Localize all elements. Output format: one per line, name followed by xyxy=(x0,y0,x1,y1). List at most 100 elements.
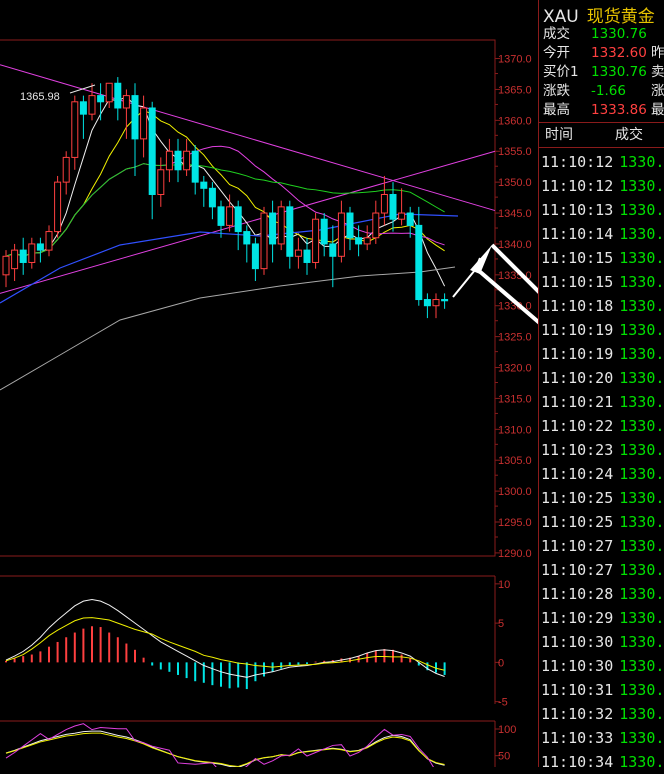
candle-body xyxy=(148,107,156,195)
tick-price: 1330.80 xyxy=(619,441,664,459)
quote-label-secondary: 卖价 xyxy=(651,64,664,80)
tick-row: 11:10:12 1330.80 xyxy=(541,174,664,198)
macd-tick-label: 10 xyxy=(498,579,510,591)
tick-time: 11:10:22 xyxy=(541,417,614,435)
y-tick-label: 1360.0 xyxy=(498,115,532,127)
candle-body xyxy=(36,243,44,251)
candle-body xyxy=(131,95,139,140)
candle-body xyxy=(423,299,431,307)
candle-body xyxy=(79,101,87,115)
y-tick-label: 1315.0 xyxy=(498,393,532,405)
tick-time: 11:10:25 xyxy=(541,489,614,507)
tick-row: 11:10:24 1330.80 xyxy=(541,462,664,486)
tick-row: 11:10:15 1330.80 xyxy=(541,246,664,270)
y-tick-label: 1300.0 xyxy=(498,486,532,498)
tick-row: 11:10:25 1330.80 xyxy=(541,510,664,534)
y-tick-label: 1365.0 xyxy=(498,84,532,96)
tick-row: 11:10:25 1330.80 xyxy=(541,486,664,510)
quote-row: 买价1 1330.76卖价 xyxy=(543,62,664,82)
hand-drawn-arrow-down xyxy=(476,268,538,325)
candle-body xyxy=(157,169,165,195)
macd-dea-line xyxy=(5,617,445,671)
tick-time: 11:10:15 xyxy=(541,249,614,267)
tick-row: 11:10:14 1330.80 xyxy=(541,222,664,246)
tick-price: 1330.80 xyxy=(619,321,664,339)
quote-panel: XAU现货黄金 成交1330.76今开1332.60昨结买价11330.76卖价… xyxy=(538,0,664,771)
quote-label-secondary: 最低 xyxy=(651,102,664,118)
kdj-tick-label: 100 xyxy=(498,724,516,736)
candle-body xyxy=(183,150,191,171)
kline-chart[interactable]: 1370.0 1365.0 1360.0 1355.0 1350.0 1345.0 1340… xyxy=(0,0,538,767)
tick-time: 11:10:20 xyxy=(541,369,614,387)
candle-body xyxy=(191,150,199,183)
candle-body xyxy=(54,181,62,233)
tick-row: 11:10:28 1330.76 xyxy=(541,582,664,606)
kdj-d-line xyxy=(5,732,445,767)
macd-dif-line xyxy=(5,599,445,678)
tick-price: 1330.80 xyxy=(619,345,664,363)
tick-row: 11:10:31 1330.80 xyxy=(541,678,664,702)
candle-body xyxy=(432,299,440,307)
tick-time: 11:10:15 xyxy=(541,273,614,291)
candle-body xyxy=(380,193,388,214)
quote-value: 1330.76 xyxy=(591,26,647,42)
tick-time: 11:10:34 xyxy=(541,753,614,771)
tick-row: 11:10:19 1330.80 xyxy=(541,342,664,366)
candle-body xyxy=(441,299,449,302)
candle-body xyxy=(217,206,225,226)
candle-body xyxy=(415,224,423,301)
candle-body xyxy=(114,82,122,109)
candle-body xyxy=(140,107,148,140)
candle-body xyxy=(363,237,371,245)
candle-body xyxy=(277,206,285,245)
tick-time: 11:10:27 xyxy=(541,537,614,555)
quote-label: 今开 xyxy=(543,45,570,61)
candle-body xyxy=(294,249,302,257)
candle-body xyxy=(234,206,242,233)
tick-price: 1330.76 xyxy=(619,537,664,555)
tick-row: 11:10:19 1330.80 xyxy=(541,318,664,342)
tick-time: 11:10:14 xyxy=(541,225,614,243)
tick-row: 11:10:13 1330.80 xyxy=(541,198,664,222)
tick-price: 1330.80 xyxy=(619,465,664,483)
tick-time: 11:10:30 xyxy=(541,657,614,675)
candle-body xyxy=(208,187,216,208)
candle-body xyxy=(406,212,414,226)
tick-time: 11:10:12 xyxy=(541,153,614,171)
tick-row: 11:10:15 1330.80 xyxy=(541,270,664,294)
tick-time: 11:10:27 xyxy=(541,561,614,579)
kdj-j-line xyxy=(5,723,434,767)
tick-price: 1330.80 xyxy=(619,393,664,411)
tick-price: 1330.80 xyxy=(619,249,664,267)
y-tick-label: 1310.0 xyxy=(498,424,532,436)
tick-price: 1330.76 xyxy=(619,633,664,651)
kdj-k-line xyxy=(5,730,445,767)
candle-body xyxy=(71,101,79,158)
tick-row: 11:10:18 1330.80 xyxy=(541,294,664,318)
candle-body xyxy=(269,212,277,245)
candle-body xyxy=(11,249,19,270)
candle-body xyxy=(105,82,113,103)
quote-value: 1333.86 xyxy=(591,102,647,118)
tick-price: 1330.76 xyxy=(619,609,664,627)
tick-price: 1330.80 xyxy=(619,297,664,315)
tick-row: 11:10:29 1330.76 xyxy=(541,606,664,630)
tick-row: 11:10:21 1330.80 xyxy=(541,390,664,414)
candle-body xyxy=(346,212,354,239)
quote-row: 涨跌 -1.66 涨幅 xyxy=(543,81,664,101)
tick-time: 11:10:29 xyxy=(541,609,614,627)
tick-time: 11:10:25 xyxy=(541,513,614,531)
tick-price: 1330.80 xyxy=(619,561,664,579)
y-tick-label: 1290.0 xyxy=(498,548,532,560)
time-column-header: 时间 xyxy=(545,127,573,143)
quote-value: 1330.76 xyxy=(591,64,647,80)
quote-label: 最高 xyxy=(543,102,570,118)
tick-time: 11:10:18 xyxy=(541,297,614,315)
candle-body xyxy=(122,95,130,109)
quote-label-secondary: 昨结 xyxy=(651,45,664,61)
tick-price: 1330.76 xyxy=(619,729,664,747)
tick-price: 1330.80 xyxy=(619,657,664,675)
quote-row: 今开 1332.60昨结 xyxy=(543,43,664,63)
candle-body xyxy=(88,95,96,115)
tick-row: 11:10:27 1330.76 xyxy=(541,534,664,558)
